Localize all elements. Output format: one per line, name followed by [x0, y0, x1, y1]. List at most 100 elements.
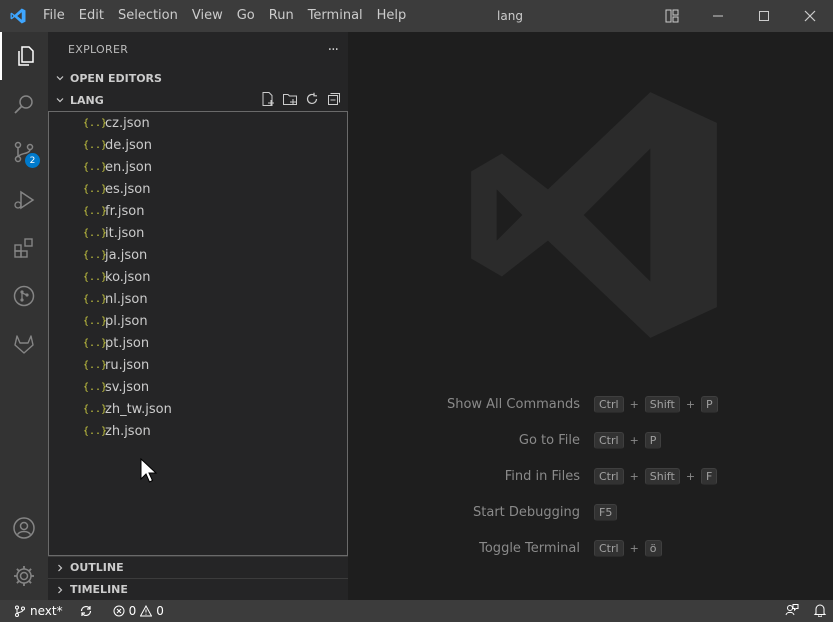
- menu-item-run[interactable]: Run: [262, 0, 301, 32]
- file-item[interactable]: {..} nl.json: [49, 288, 347, 310]
- key-separator: +: [629, 397, 639, 411]
- branch-icon: [15, 605, 25, 617]
- file-name: nl.json: [105, 291, 148, 307]
- source-control-activity-button[interactable]: 2: [0, 128, 48, 176]
- sync-button[interactable]: [69, 600, 99, 622]
- file-name: ru.json: [105, 357, 150, 373]
- folder-actions: [260, 89, 342, 111]
- file-item[interactable]: {..} cz.json: [49, 112, 347, 134]
- file-name: ja.json: [105, 247, 148, 263]
- shortcut-keys: Ctrl + ö: [594, 539, 662, 557]
- shortcut-row: Show All Commands Ctrl + Shift + P: [348, 386, 833, 422]
- vscode-watermark-icon: [471, 92, 717, 338]
- gitlab-activity-button[interactable]: [0, 320, 48, 368]
- run-debug-icon: [14, 190, 35, 210]
- warning-icon: [140, 605, 153, 617]
- json-file-icon: {..}: [83, 315, 108, 327]
- file-item[interactable]: {..} ko.json: [49, 266, 347, 288]
- branch-status[interactable]: next*: [0, 600, 69, 622]
- file-item[interactable]: {..} pt.json: [49, 332, 347, 354]
- file-name: de.json: [105, 137, 152, 153]
- mouse-cursor-icon: [140, 458, 158, 483]
- keycap: Shift: [644, 395, 680, 413]
- keycap: Ctrl: [594, 395, 624, 413]
- new-folder-button[interactable]: [282, 91, 298, 110]
- maximize-button[interactable]: [741, 0, 787, 32]
- file-name: ko.json: [105, 269, 151, 285]
- file-name: zh_tw.json: [105, 401, 172, 417]
- warning-count: 0: [156, 604, 164, 618]
- outline-label: OUTLINE: [70, 561, 124, 574]
- layout-icon: [665, 9, 679, 23]
- file-item[interactable]: {..} en.json: [49, 156, 347, 178]
- file-name: cz.json: [105, 115, 150, 131]
- feedback-icon: [785, 603, 799, 615]
- keycap: ö: [644, 539, 662, 557]
- file-item[interactable]: {..} de.json: [49, 134, 347, 156]
- file-item[interactable]: {..} es.json: [49, 178, 347, 200]
- file-item[interactable]: {..} sv.json: [49, 376, 347, 398]
- manage-activity-button[interactable]: [0, 552, 48, 600]
- feedback-button[interactable]: [785, 603, 799, 620]
- problems-status[interactable]: 0 0: [99, 600, 170, 622]
- keycap: Ctrl: [594, 539, 624, 557]
- gitlab-icon: [14, 335, 34, 354]
- files-icon: [18, 46, 34, 66]
- menu-item-go[interactable]: Go: [230, 0, 262, 32]
- new-file-button[interactable]: [260, 91, 276, 110]
- json-file-icon: {..}: [83, 403, 108, 415]
- minimize-icon: [713, 15, 723, 17]
- menu-item-help[interactable]: Help: [370, 0, 414, 32]
- accounts-activity-button[interactable]: [0, 504, 48, 552]
- vscode-logo-icon: [0, 0, 36, 32]
- json-file-icon: {..}: [83, 293, 108, 305]
- json-file-icon: {..}: [83, 161, 108, 173]
- file-item[interactable]: {..} pl.json: [49, 310, 347, 332]
- menu-item-selection[interactable]: Selection: [111, 0, 185, 32]
- search-activity-button[interactable]: [0, 80, 48, 128]
- run-debug-activity-button[interactable]: [0, 176, 48, 224]
- json-file-icon: {..}: [83, 139, 108, 151]
- branch-name: next*: [30, 604, 63, 618]
- bell-icon: [813, 604, 827, 617]
- file-item[interactable]: {..} fr.json: [49, 200, 347, 222]
- menu-item-edit[interactable]: Edit: [72, 0, 111, 32]
- file-item[interactable]: {..} it.json: [49, 222, 347, 244]
- collapse-all-button[interactable]: [326, 91, 342, 110]
- close-window-button[interactable]: [787, 0, 833, 32]
- gear-icon: [14, 566, 34, 586]
- file-name: fr.json: [105, 203, 145, 219]
- keycap: F: [701, 467, 718, 485]
- timeline-section-header[interactable]: TIMELINE: [48, 578, 348, 600]
- refresh-button[interactable]: [304, 91, 320, 110]
- explorer-activity-button[interactable]: [0, 32, 48, 80]
- file-item[interactable]: {..} zh.json: [49, 420, 347, 442]
- layout-toggle-button[interactable]: [649, 0, 695, 32]
- menu-item-view[interactable]: View: [185, 0, 230, 32]
- file-item[interactable]: {..} ja.json: [49, 244, 347, 266]
- scm-count-badge: 2: [25, 153, 40, 168]
- menu-item-terminal[interactable]: Terminal: [301, 0, 370, 32]
- open-editors-section-header[interactable]: OPEN EDITORS: [48, 67, 348, 89]
- file-name: pt.json: [105, 335, 150, 351]
- git-graph-activity-button[interactable]: [0, 272, 48, 320]
- file-name: sv.json: [105, 379, 150, 395]
- shortcut-label: Start Debugging: [473, 504, 580, 520]
- menu-item-file[interactable]: File: [36, 0, 72, 32]
- folder-section-header[interactable]: LANG: [48, 89, 348, 111]
- notifications-button[interactable]: [813, 603, 827, 620]
- json-file-icon: {..}: [83, 205, 108, 217]
- file-item[interactable]: {..} ru.json: [49, 354, 347, 376]
- outline-section-header[interactable]: OUTLINE: [48, 556, 348, 578]
- chevron-down-icon: [50, 73, 70, 83]
- more-actions-button[interactable]: ···: [328, 42, 339, 58]
- shortcut-keys: Ctrl + Shift + F: [594, 467, 718, 485]
- sidebar-header: EXPLORER ···: [48, 32, 348, 67]
- extensions-activity-button[interactable]: [0, 224, 48, 272]
- sidebar-title: EXPLORER: [68, 43, 129, 56]
- file-item[interactable]: {..} zh_tw.json: [49, 398, 347, 420]
- json-file-icon: {..}: [83, 359, 108, 371]
- key-separator: +: [629, 469, 639, 483]
- window-controls: [649, 0, 833, 32]
- minimize-button[interactable]: [695, 0, 741, 32]
